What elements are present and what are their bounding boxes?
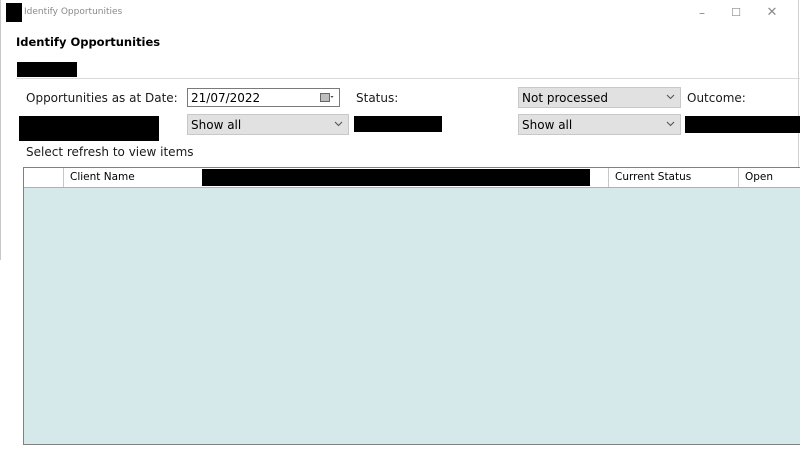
redacted-column-headers [202, 169, 590, 186]
opportunities-date-picker[interactable]: 21/07/2022 [187, 88, 340, 107]
refresh-hint: Select refresh to view items [26, 145, 194, 159]
date-value: 21/07/2022 [191, 91, 261, 105]
chevron-down-svg [334, 121, 343, 127]
calendar-icon[interactable] [320, 92, 334, 103]
redacted-label-1 [19, 116, 159, 141]
chevron-down-svg [666, 121, 675, 127]
window-title: Identify Opportunities [24, 7, 123, 17]
column-header-select[interactable] [24, 168, 63, 187]
chevron-down-icon [666, 117, 675, 134]
status-dropdown-value: Not processed [522, 91, 608, 105]
maximize-button[interactable]: ☐ [722, 3, 750, 23]
grid-header: Client Name Current Status Open [24, 168, 800, 188]
window-left-border [0, 0, 1, 260]
app-icon [6, 3, 22, 22]
column-header-client-name[interactable]: Client Name [63, 168, 201, 187]
redacted-label-2 [354, 116, 442, 132]
calendar-icon-svg [320, 93, 334, 102]
chevron-down-icon [334, 117, 343, 134]
page-title: Identify Opportunities [16, 35, 161, 49]
redacted-value-3 [685, 116, 800, 133]
filter-dropdown-2-value: Show all [522, 118, 573, 132]
status-dropdown[interactable]: Not processed [518, 87, 681, 108]
filter-dropdown-2[interactable]: Show all [518, 114, 681, 135]
close-button[interactable]: ✕ [758, 3, 786, 23]
tab-redacted[interactable] [17, 62, 77, 77]
opportunities-date-label: Opportunities as at Date: [26, 91, 178, 105]
tab-divider [16, 78, 800, 79]
column-header-open[interactable]: Open [738, 168, 800, 187]
chevron-down-svg [666, 94, 675, 100]
minimize-button[interactable]: – [688, 3, 716, 23]
filter-dropdown-1-value: Show all [191, 118, 242, 132]
column-header-current-status[interactable]: Current Status [608, 168, 738, 187]
window-bottom-edge [0, 445, 800, 451]
status-label: Status: [356, 91, 399, 105]
filter-dropdown-1[interactable]: Show all [187, 114, 349, 135]
outcome-label: Outcome: [687, 91, 746, 105]
opportunities-grid[interactable]: Client Name Current Status Open [23, 167, 800, 445]
chevron-down-icon [666, 90, 675, 107]
